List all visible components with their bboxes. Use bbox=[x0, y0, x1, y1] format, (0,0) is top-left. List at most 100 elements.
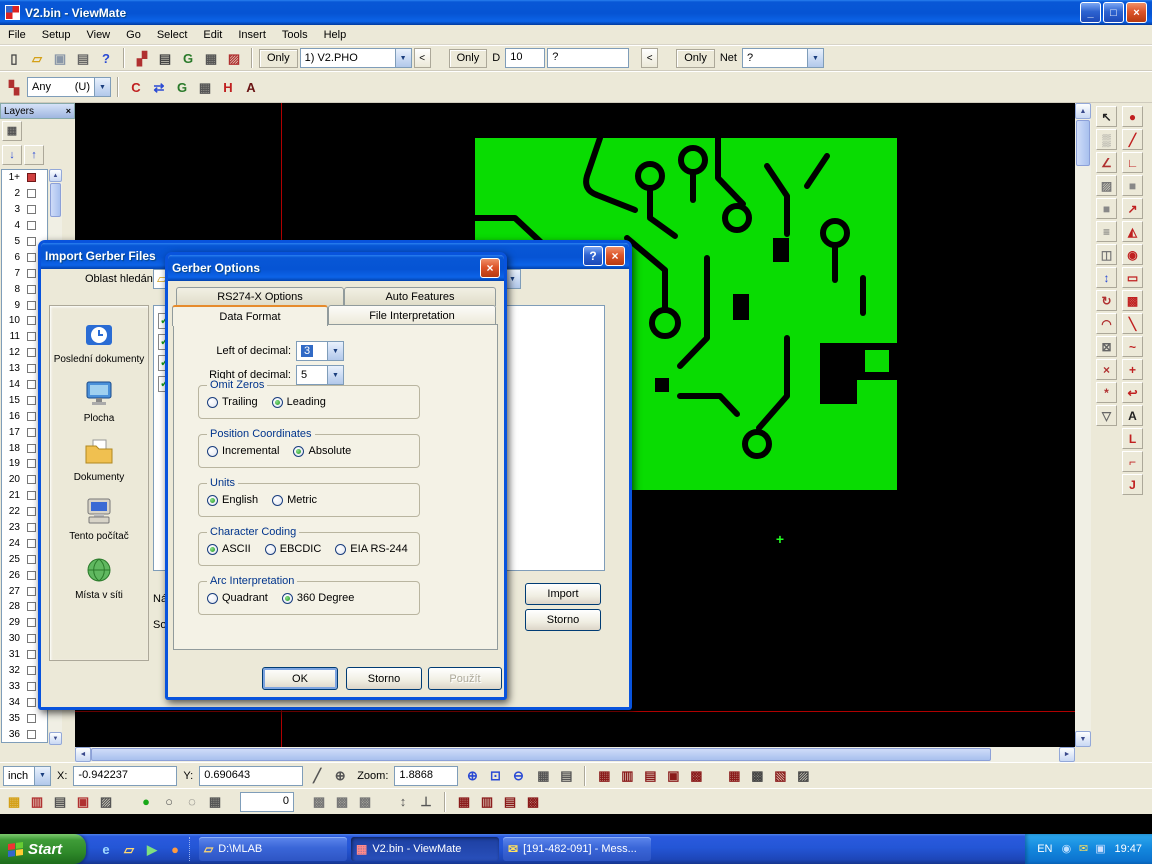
draw-j-icon[interactable]: J bbox=[1122, 474, 1143, 495]
dcode-g-icon[interactable]: G bbox=[171, 76, 193, 98]
layer-swatch[interactable] bbox=[27, 539, 36, 548]
net-filter-2-icon[interactable]: ▩ bbox=[746, 765, 768, 787]
explorer-icon[interactable]: ▱ bbox=[119, 839, 139, 859]
chevron-down-icon[interactable]: ▼ bbox=[94, 78, 110, 96]
radio-absolute[interactable]: Absolute bbox=[293, 445, 351, 457]
context-help-icon[interactable]: ? bbox=[95, 47, 117, 69]
draw-filled-rect-icon[interactable]: ■ bbox=[1122, 175, 1143, 196]
radio-eia-rs-244[interactable]: EIA RS-244 bbox=[335, 543, 407, 555]
layer-swatch[interactable] bbox=[27, 682, 36, 691]
menu-insert[interactable]: Insert bbox=[230, 27, 274, 43]
help-icon[interactable]: ? bbox=[583, 246, 603, 266]
filter-all-icon[interactable]: ▩ bbox=[685, 765, 707, 787]
radio-english[interactable]: English bbox=[207, 494, 258, 506]
filter-flash-icon[interactable]: ▦ bbox=[593, 765, 615, 787]
messenger-icon[interactable]: ✉ bbox=[1075, 841, 1091, 857]
task-mlab[interactable]: ▱D:\MLAB bbox=[199, 837, 347, 861]
chevron-down-icon[interactable]: ▼ bbox=[327, 366, 343, 384]
draw-wave-icon[interactable]: ~ bbox=[1122, 336, 1143, 357]
draw-mode-icon[interactable]: ▤ bbox=[49, 791, 71, 813]
layer-swatch[interactable] bbox=[27, 587, 36, 596]
zoom-in-icon[interactable]: ⊕ bbox=[461, 765, 483, 787]
scroll-thumb[interactable] bbox=[91, 748, 991, 761]
goto-icon[interactable]: G bbox=[177, 47, 199, 69]
layer-swatch[interactable] bbox=[27, 634, 36, 643]
close-icon[interactable]: × bbox=[1126, 2, 1147, 23]
move-layer-up-icon[interactable]: ↑ bbox=[24, 145, 44, 165]
draw-rect-icon[interactable]: ▭ bbox=[1122, 267, 1143, 288]
mark-icon[interactable]: ▨ bbox=[223, 47, 245, 69]
ok-button[interactable]: OK bbox=[262, 667, 338, 690]
origin-icon[interactable]: ⊕ bbox=[329, 765, 351, 787]
layer-swatch[interactable] bbox=[27, 396, 36, 405]
radio-trailing[interactable]: Trailing bbox=[207, 396, 258, 408]
filter-trace-icon[interactable]: ▤ bbox=[639, 765, 661, 787]
clock[interactable]: 19:47 bbox=[1114, 843, 1142, 855]
pad-mode-icon[interactable]: ▣ bbox=[72, 791, 94, 813]
layer-swatch[interactable] bbox=[27, 348, 36, 357]
layer-swatch[interactable] bbox=[27, 332, 36, 341]
task-message[interactable]: ✉[191-482-091] - Mess... bbox=[503, 837, 651, 861]
draw-line-icon[interactable]: ╱ bbox=[1122, 129, 1143, 150]
grid-toggle-icon[interactable]: ▦ bbox=[200, 47, 222, 69]
pad-shape-icon[interactable]: ○ bbox=[158, 791, 180, 813]
datum-icon[interactable]: ⊥ bbox=[415, 791, 437, 813]
task-viewmate[interactable]: ▦V2.bin - ViewMate bbox=[351, 837, 499, 861]
layer-swatch[interactable] bbox=[27, 650, 36, 659]
chevron-down-icon[interactable]: ▼ bbox=[807, 49, 823, 67]
select-mask-2-icon[interactable]: ▥ bbox=[476, 791, 498, 813]
scroll-down-icon[interactable]: ▼ bbox=[1075, 731, 1091, 747]
place-computer[interactable]: Tento počítač bbox=[53, 496, 145, 542]
scroll-left-icon[interactable]: ◄ bbox=[75, 747, 91, 762]
menu-select[interactable]: Select bbox=[149, 27, 196, 43]
dcode-swap-icon[interactable]: ⇄ bbox=[148, 76, 170, 98]
layer-swatch[interactable] bbox=[27, 507, 36, 516]
radio-leading[interactable]: Leading bbox=[272, 396, 326, 408]
network-status-icon[interactable]: ▣ bbox=[1092, 841, 1108, 857]
menu-help[interactable]: Help bbox=[316, 27, 355, 43]
layer-row[interactable]: 4 bbox=[2, 218, 47, 234]
radio-incremental[interactable]: Incremental bbox=[207, 445, 279, 457]
browser-icon[interactable]: ● bbox=[165, 839, 185, 859]
media-player-icon[interactable]: ▶ bbox=[142, 839, 162, 859]
scroll-thumb[interactable] bbox=[1076, 120, 1090, 166]
place-recent[interactable]: Poslední dokumenty bbox=[53, 319, 145, 365]
layer-swatch[interactable] bbox=[27, 459, 36, 468]
trace-mode-icon[interactable]: ▨ bbox=[95, 791, 117, 813]
only-net-toggle[interactable]: Only bbox=[676, 49, 715, 68]
dcode-a-icon[interactable]: A bbox=[240, 76, 262, 98]
language-indicator[interactable]: EN bbox=[1037, 843, 1052, 855]
aperture-list-icon[interactable]: ▤ bbox=[154, 47, 176, 69]
layer-swatch[interactable] bbox=[27, 698, 36, 707]
text-tool-icon[interactable]: A bbox=[1122, 405, 1143, 426]
layer-stack-icon[interactable]: ≡ bbox=[1096, 221, 1117, 242]
select-points-icon[interactable]: ▒ bbox=[1096, 129, 1117, 150]
scroll-up-icon[interactable]: ▲ bbox=[1075, 103, 1091, 119]
draw-moire-icon[interactable]: ▩ bbox=[1122, 290, 1143, 311]
layer-swatch[interactable] bbox=[27, 221, 36, 230]
layer-swatch[interactable] bbox=[27, 730, 36, 739]
menu-file[interactable]: File bbox=[0, 27, 34, 43]
layer-swatch[interactable] bbox=[27, 428, 36, 437]
layer-swatch[interactable] bbox=[27, 523, 36, 532]
arc-tool-icon[interactable]: ◠ bbox=[1096, 313, 1117, 334]
place-documents[interactable]: Dokumenty bbox=[53, 437, 145, 483]
chevron-down-icon[interactable]: ▼ bbox=[395, 49, 411, 67]
zoom-out-icon[interactable]: ⊖ bbox=[507, 765, 529, 787]
layer-swatch[interactable] bbox=[27, 301, 36, 310]
draw-slant-icon[interactable]: ╲ bbox=[1122, 313, 1143, 334]
import-button[interactable]: Import bbox=[525, 583, 601, 605]
menu-edit[interactable]: Edit bbox=[195, 27, 230, 43]
mirror-icon[interactable]: ◫ bbox=[1096, 244, 1117, 265]
layer-swatch[interactable] bbox=[27, 189, 36, 198]
filter-pad-icon[interactable]: ▣ bbox=[662, 765, 684, 787]
select-mask-1-icon[interactable]: ▦ bbox=[453, 791, 475, 813]
drop-marker-icon[interactable]: ▽ bbox=[1096, 405, 1117, 426]
menu-view[interactable]: View bbox=[78, 27, 118, 43]
dotted-grid-3-icon[interactable]: ▩ bbox=[354, 791, 376, 813]
layer-swatch[interactable] bbox=[27, 380, 36, 389]
layer-combo[interactable]: 1) V2.PHO ▼ bbox=[300, 48, 412, 68]
scroll-right-icon[interactable]: ► bbox=[1059, 747, 1075, 762]
highlight-flash-icon[interactable]: ▞ bbox=[131, 47, 153, 69]
dotted-grid-2-icon[interactable]: ▩ bbox=[331, 791, 353, 813]
